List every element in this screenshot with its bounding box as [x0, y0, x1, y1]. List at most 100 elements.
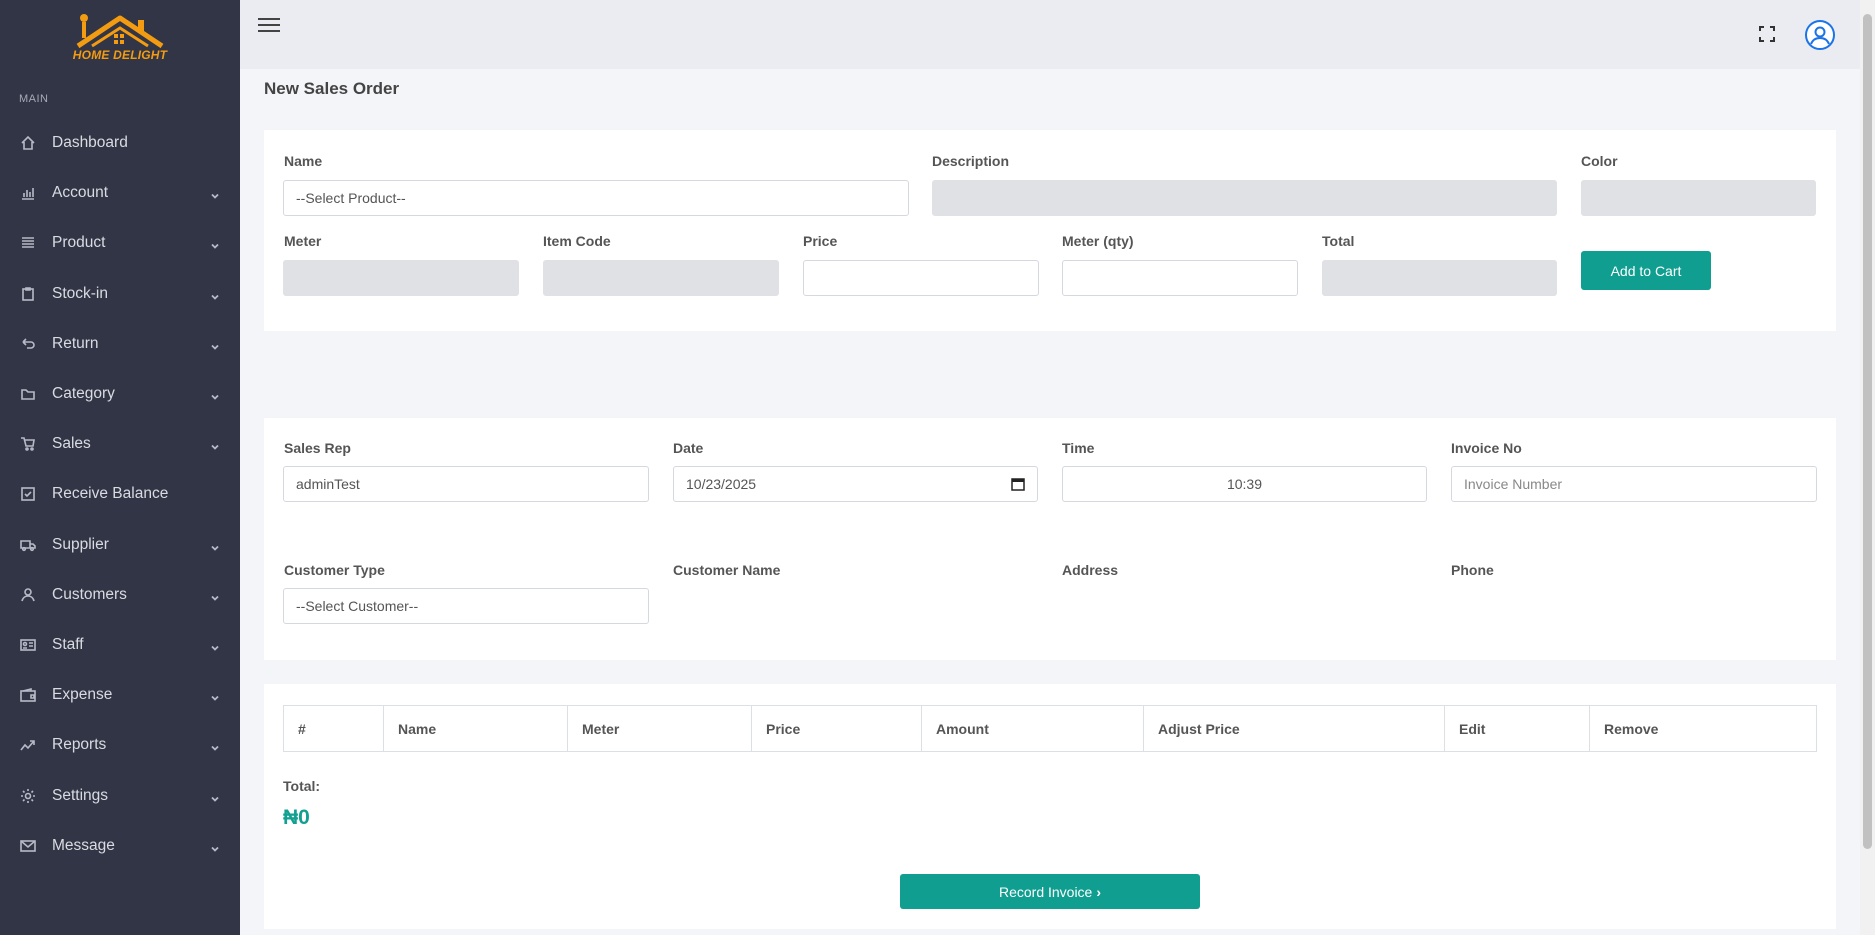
description-field: [932, 180, 1557, 216]
total-label: Total: [1322, 233, 1355, 249]
address-label: Address: [1062, 562, 1119, 578]
sidebar-item-expense[interactable]: Expense: [0, 670, 240, 720]
sales-rep-label: Sales Rep: [284, 440, 351, 456]
color-label: Color: [1581, 153, 1618, 169]
sidebar-item-label: Product: [52, 234, 106, 252]
sidebar-item-label: Return: [52, 334, 99, 352]
invoice-number-input[interactable]: Invoice Number: [1451, 466, 1817, 502]
sidebar-item-label: Reports: [52, 736, 107, 754]
house-logo-icon: [76, 14, 164, 49]
sidebar-item-product[interactable]: Product: [0, 218, 240, 268]
sidebar-item-receive-balance[interactable]: Receive Balance: [0, 469, 240, 519]
customer-name-label: Customer Name: [673, 562, 781, 578]
chevron-down-icon: [210, 791, 220, 802]
sidebar-item-label: Receive Balance: [52, 485, 169, 503]
item-code-label: Item Code: [543, 233, 611, 249]
time-input[interactable]: 10:39: [1062, 466, 1427, 502]
list-icon: [19, 234, 37, 252]
sidebar-item-return[interactable]: Return: [0, 319, 240, 369]
product-select[interactable]: --Select Product--: [283, 180, 909, 216]
add-to-cart-button[interactable]: Add to Cart: [1581, 251, 1711, 290]
return-icon: [19, 335, 37, 353]
date-value: 10/23/2025: [686, 476, 757, 492]
sidebar-item-settings[interactable]: Settings: [0, 770, 240, 820]
wallet-icon: [19, 686, 37, 704]
sidebar-item-label: Sales: [52, 435, 91, 453]
chevron-down-icon: [210, 690, 220, 701]
chevron-down-icon: [210, 339, 220, 350]
clipboard-icon: [19, 285, 37, 303]
chevron-down-icon: [210, 540, 220, 551]
sidebar-item-dashboard[interactable]: Dashboard: [0, 118, 240, 168]
chevron-down-icon: [210, 640, 220, 651]
column-header: #: [283, 705, 384, 752]
calendar-icon[interactable]: [1011, 477, 1025, 491]
customer-type-select[interactable]: --Select Customer--: [283, 588, 649, 624]
column-header: Name: [383, 705, 568, 752]
page-title: New Sales Order: [264, 79, 400, 98]
chevron-right-icon: ›: [1096, 883, 1102, 900]
total-field: [1322, 260, 1557, 296]
price-input[interactable]: [803, 260, 1039, 296]
phone-label: Phone: [1451, 562, 1494, 578]
sales-rep-input[interactable]: adminTest: [283, 466, 649, 502]
cart-icon: [19, 435, 37, 453]
brand-logo[interactable]: HOME DELIGHT: [70, 8, 170, 64]
sidebar-item-label: Customers: [52, 585, 127, 603]
column-header: Remove: [1589, 705, 1817, 752]
scrollbar-thumb[interactable]: [1863, 14, 1872, 849]
price-label: Price: [803, 233, 838, 249]
sidebar-nav: Dashboard Account Product Stock-in Return Cat…: [0, 118, 240, 871]
fullscreen-icon[interactable]: [1759, 26, 1775, 42]
sidebar-item-stock-in[interactable]: Stock-in: [0, 269, 240, 319]
sidebar-item-message[interactable]: Message: [0, 821, 240, 871]
chevron-down-icon: [210, 389, 220, 400]
cart-header-row: # Name Meter Price Amount Adjust Price E…: [283, 705, 1817, 752]
chevron-down-icon: [210, 590, 220, 601]
column-header: Edit: [1444, 705, 1590, 752]
id-card-icon: [19, 636, 37, 654]
sidebar-item-label: Category: [52, 385, 115, 403]
meter-label: Meter: [284, 233, 322, 249]
date-input[interactable]: 10/23/2025: [673, 466, 1038, 502]
description-label: Description: [932, 153, 1010, 169]
nav-section-label: MAIN: [19, 93, 49, 105]
user-avatar-icon[interactable]: [1805, 20, 1835, 50]
chevron-down-icon: [210, 289, 220, 300]
date-label: Date: [673, 440, 704, 456]
column-header: Meter: [567, 705, 752, 752]
sidebar-item-label: Account: [52, 184, 109, 202]
cart-table: # Name Meter Price Amount Adjust Price E…: [283, 705, 1817, 752]
chevron-down-icon: [210, 238, 220, 250]
topbar: [240, 0, 1860, 69]
sidebar-item-label: Message: [52, 836, 115, 854]
customer-type-label: Customer Type: [284, 562, 385, 578]
chevron-down-icon: [210, 740, 220, 752]
sidebar-item-label: Stock-in: [52, 284, 108, 302]
meter-qty-input[interactable]: [1062, 260, 1298, 296]
page-scrollbar[interactable]: [1860, 0, 1875, 935]
menu-toggle-icon[interactable]: [258, 18, 280, 36]
brand-name: HOME DELIGHT: [72, 48, 168, 62]
sidebar-item-sales[interactable]: Sales: [0, 419, 240, 469]
sidebar-item-reports[interactable]: Reports: [0, 720, 240, 770]
meter-field: [283, 260, 519, 296]
column-header: Adjust Price: [1143, 705, 1445, 752]
column-header: Amount: [921, 705, 1144, 752]
sidebar-item-staff[interactable]: Staff: [0, 620, 240, 670]
sidebar-item-label: Dashboard: [52, 134, 128, 152]
sidebar-item-category[interactable]: Category: [0, 369, 240, 419]
sidebar-item-supplier[interactable]: Supplier: [0, 520, 240, 570]
chevron-down-icon: [210, 841, 220, 852]
record-invoice-button[interactable]: Record Invoice ›: [900, 874, 1200, 909]
time-label: Time: [1062, 440, 1095, 456]
sidebar-item-account[interactable]: Account: [0, 168, 240, 218]
cart-total-label: Total:: [283, 778, 321, 794]
sidebar-item-label: Expense: [52, 686, 113, 704]
chevron-down-icon: [210, 188, 220, 200]
sidebar-item-customers[interactable]: Customers: [0, 570, 240, 620]
mail-icon: [19, 837, 37, 855]
record-invoice-label: Record Invoice: [998, 883, 1093, 900]
truck-icon: [19, 536, 37, 554]
chevron-down-icon: [210, 439, 220, 450]
